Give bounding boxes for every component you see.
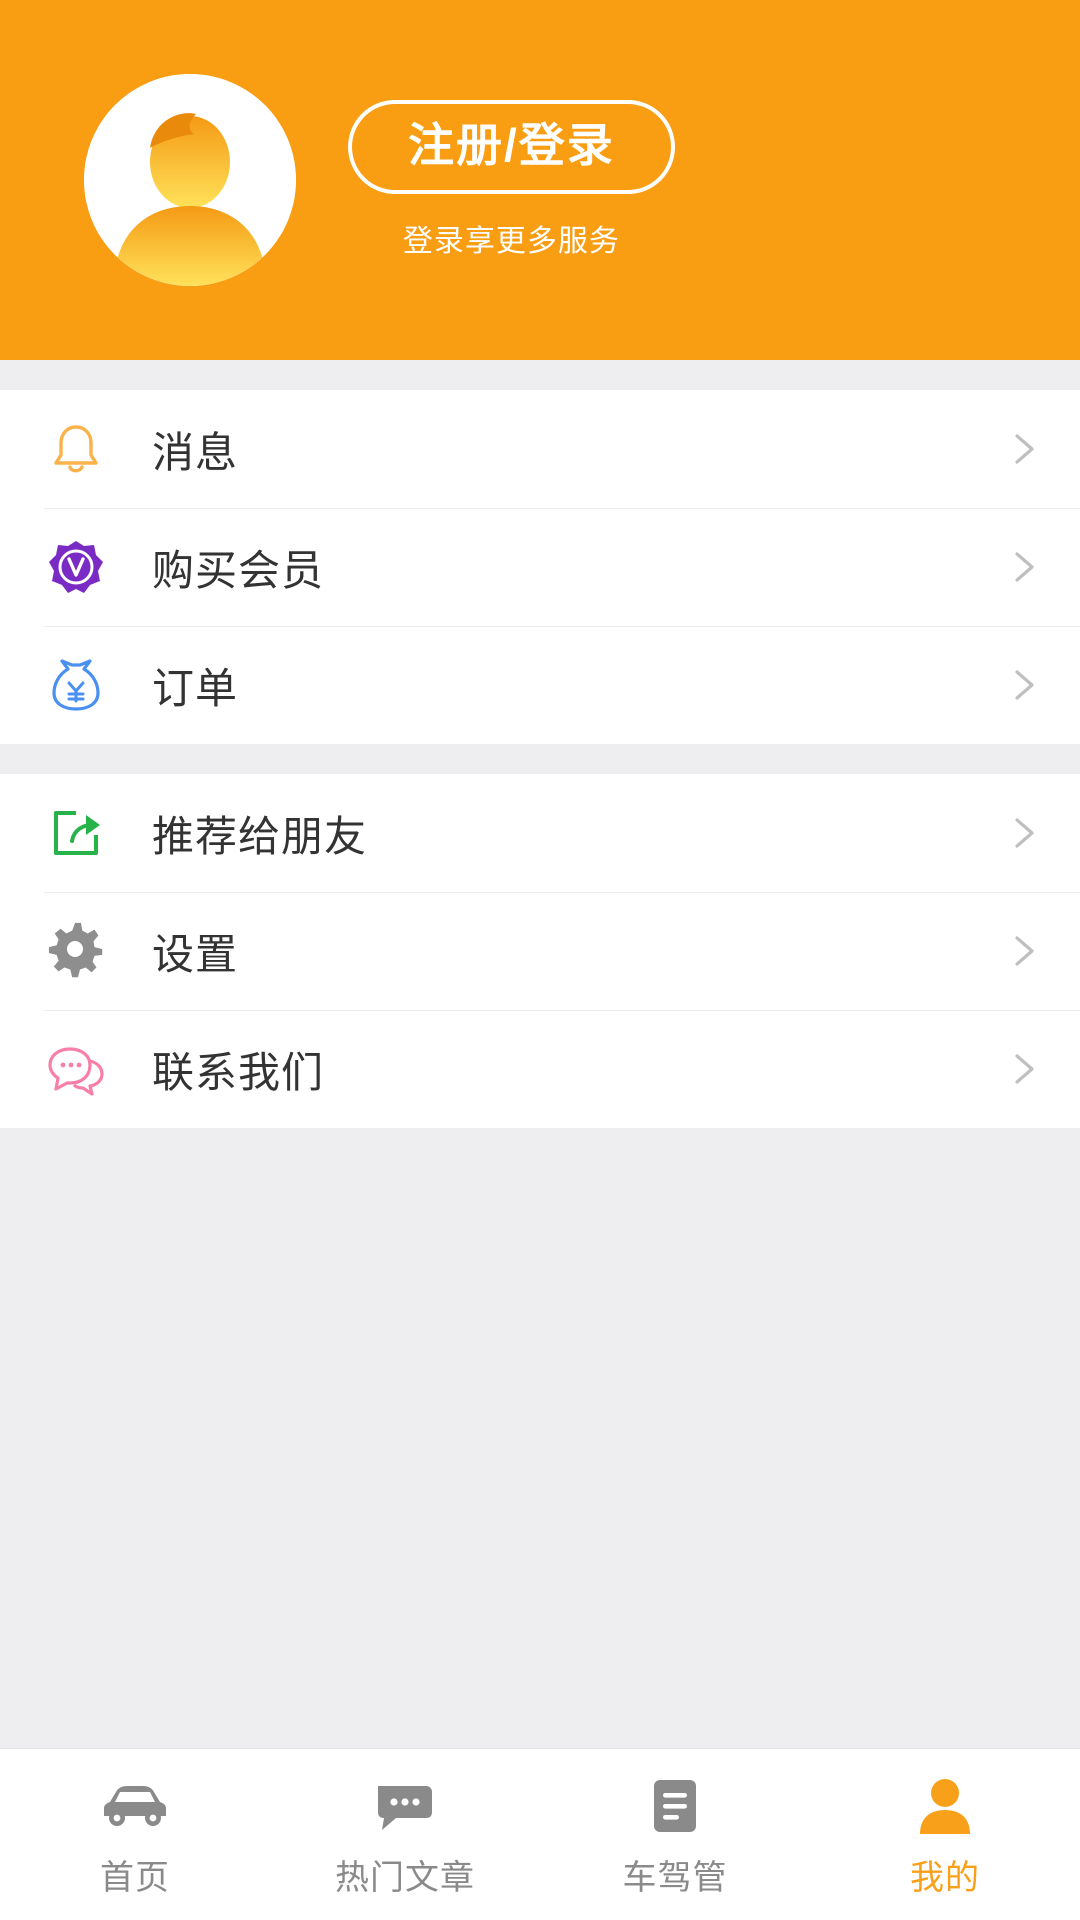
menu-item-recommend-to-friend[interactable]: 推荐给朋友 [0,774,1080,892]
chevron-right-icon [1004,547,1044,587]
menu-item-label: 订单 [152,664,239,712]
menu-item-contact-us[interactable]: 联系我们 [0,1010,1080,1128]
tab-hot-articles[interactable]: 热门文章 [270,1749,540,1920]
gear-icon [44,919,108,983]
chevron-right-icon [1004,931,1044,971]
avatar[interactable] [84,74,296,286]
comment-icon [370,1770,440,1836]
tab-home[interactable]: 首页 [0,1749,270,1920]
tab-label: 首页 [100,1859,170,1897]
chevron-right-icon [1004,429,1044,469]
bottom-tabbar: 首页 热门文章 车驾管 我的 [0,1748,1080,1920]
menu-item-settings[interactable]: 设置 [0,892,1080,1010]
menu-group-account: 消息 购买会员 订单 [0,390,1080,744]
menu-item-label: 购买会员 [152,546,325,594]
bell-icon [44,417,108,481]
menu-item-label: 联系我们 [152,1048,325,1096]
document-icon [646,1770,704,1836]
menu-item-label: 推荐给朋友 [152,812,368,860]
person-icon [916,1770,974,1836]
login-register-button[interactable]: 注册/登录 [348,100,675,194]
chevron-right-icon [1004,813,1044,853]
vip-badge-icon [44,535,108,599]
tab-mine[interactable]: 我的 [810,1749,1080,1920]
default-user-avatar-icon [84,74,296,286]
menu-item-label: 设置 [152,930,239,978]
share-icon [44,801,108,865]
chevron-right-icon [1004,665,1044,705]
tab-label: 我的 [910,1859,980,1897]
chat-bubbles-icon [44,1037,108,1101]
header-login-block: 注册/登录 登录享更多服务 [348,100,675,260]
car-icon [96,1770,174,1836]
menu-item-orders[interactable]: 订单 [0,626,1080,744]
tab-label: 车驾管 [622,1859,728,1897]
section-gap-top [0,360,1080,390]
money-bag-icon [44,653,108,717]
section-gap-middle [0,744,1080,774]
tab-vehicle-admin[interactable]: 车驾管 [540,1749,810,1920]
login-subtitle: 登录享更多服务 [402,225,620,258]
tab-label: 热门文章 [335,1859,475,1897]
menu-item-label: 消息 [152,428,239,476]
menu-group-general: 推荐给朋友 设置 联系我们 [0,774,1080,1128]
empty-area [0,1128,1080,1748]
menu-item-messages[interactable]: 消息 [0,390,1080,508]
profile-header: 注册/登录 登录享更多服务 [0,0,1080,360]
menu-item-buy-membership[interactable]: 购买会员 [0,508,1080,626]
app-screen: 注册/登录 登录享更多服务 消息 购买会员 订单 推荐给朋友 设置 联系我们 首… [0,0,1080,1920]
chevron-right-icon [1004,1049,1044,1089]
